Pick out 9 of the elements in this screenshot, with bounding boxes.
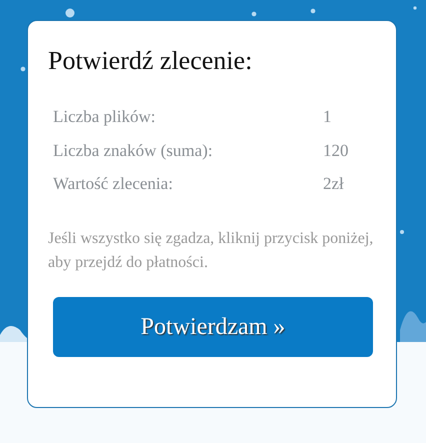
instruction-text: Jeśli wszystko się zgadza, kliknij przycisk poniżej, aby przejdź do płatności.: [48, 228, 374, 273]
summary-value: 120: [323, 140, 348, 162]
summary-label: Wartość zlecenia:: [53, 173, 174, 196]
summary-value: 2zł: [323, 173, 344, 196]
summary-value: 1: [323, 106, 332, 128]
summary-label: Liczba znaków (suma):: [53, 140, 214, 162]
card-title: Potwierdź zlecenie:: [48, 45, 254, 76]
summary-label: Liczba plików:: [53, 106, 156, 128]
confirm-button[interactable]: Potwierdzam »: [53, 296, 373, 357]
